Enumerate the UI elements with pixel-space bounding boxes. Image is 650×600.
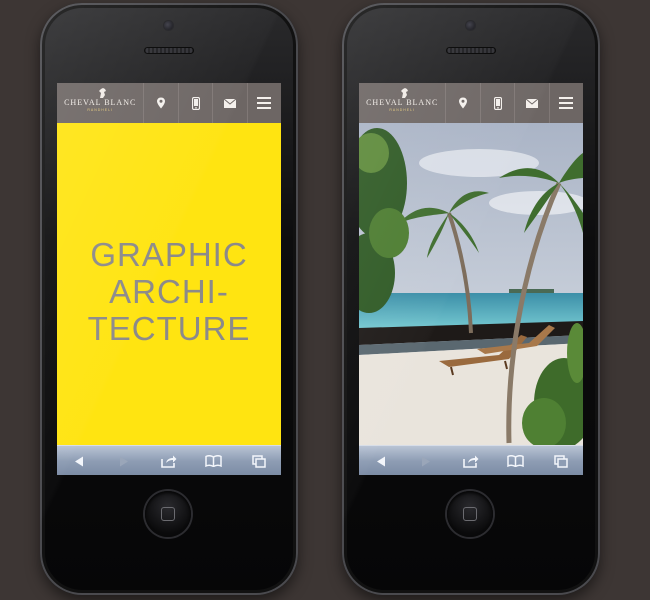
hamburger-menu-icon [257, 97, 272, 109]
headline-line-3: TECTURE [87, 310, 251, 347]
bookmarks-button[interactable] [501, 449, 531, 473]
earpiece-speaker [446, 47, 496, 54]
phone-right: CHEVAL BLANC RANDHELI [342, 3, 600, 595]
logo-subtitle: RANDHELI [389, 108, 416, 113]
logo-subtitle: RANDHELI [87, 108, 114, 113]
logo-wordmark: CHEVAL BLANC [366, 98, 439, 108]
earpiece-speaker [144, 47, 194, 54]
envelope-icon [525, 98, 538, 108]
bookmarks-button[interactable] [199, 449, 229, 473]
beach-scene-image [359, 123, 583, 445]
tabs-button[interactable] [546, 449, 576, 473]
tabs-icon [251, 454, 266, 468]
forward-button[interactable] [109, 449, 139, 473]
front-camera [466, 21, 475, 30]
mobile-phone-icon [191, 96, 200, 110]
headline-line-1: GRAPHIC [90, 236, 248, 273]
back-arrow-icon [75, 456, 84, 466]
hero-panel: GRAPHIC ARCHI- TECTURE [57, 123, 281, 445]
forward-arrow-icon [422, 456, 431, 466]
home-button[interactable] [447, 491, 493, 537]
home-square-icon [161, 507, 175, 521]
location-pin-icon [459, 97, 468, 109]
back-button[interactable] [64, 449, 94, 473]
cheval-blanc-logo[interactable]: CHEVAL BLANC RANDHELI [359, 83, 445, 123]
phone-call-button[interactable] [177, 83, 212, 123]
back-arrow-icon [377, 456, 386, 466]
menu-button[interactable] [246, 83, 281, 123]
logo-wordmark: CHEVAL BLANC [64, 98, 137, 108]
share-button[interactable] [154, 449, 184, 473]
front-camera [164, 21, 173, 30]
envelope-icon [223, 98, 236, 108]
phone-screen-right: CHEVAL BLANC RANDHELI [359, 83, 583, 475]
back-button[interactable] [366, 449, 396, 473]
home-square-icon [463, 507, 477, 521]
horse-logo-icon [99, 88, 106, 98]
site-header: CHEVAL BLANC RANDHELI [57, 83, 281, 123]
tabs-button[interactable] [244, 449, 274, 473]
beach-photo [359, 123, 583, 445]
menu-button[interactable] [548, 83, 583, 123]
email-button[interactable] [514, 83, 548, 123]
hamburger-menu-icon [559, 97, 574, 109]
cheval-blanc-logo[interactable]: CHEVAL BLANC RANDHELI [57, 83, 143, 123]
mobile-phone-icon [493, 96, 502, 110]
forward-button[interactable] [411, 449, 441, 473]
safari-toolbar [57, 445, 281, 475]
phone-call-button[interactable] [479, 83, 514, 123]
email-button[interactable] [212, 83, 246, 123]
tabs-icon [553, 454, 568, 468]
hero-headline: GRAPHIC ARCHI- TECTURE [57, 236, 281, 347]
forward-arrow-icon [120, 456, 129, 466]
phone-screen-left: CHEVAL BLANC RANDHELI GRAPHIC ARCHI- TEC… [57, 83, 281, 475]
site-header: CHEVAL BLANC RANDHELI [359, 83, 583, 123]
bookmarks-icon [507, 455, 525, 467]
share-icon [463, 455, 479, 468]
bookmarks-icon [205, 455, 223, 467]
share-button[interactable] [456, 449, 486, 473]
safari-toolbar [359, 445, 583, 475]
share-icon [161, 455, 177, 468]
location-button[interactable] [143, 83, 177, 123]
location-button[interactable] [445, 83, 479, 123]
home-button[interactable] [145, 491, 191, 537]
horse-logo-icon [401, 88, 408, 98]
phone-left: CHEVAL BLANC RANDHELI GRAPHIC ARCHI- TEC… [40, 3, 298, 595]
location-pin-icon [157, 97, 166, 109]
headline-line-2: ARCHI- [109, 273, 229, 310]
